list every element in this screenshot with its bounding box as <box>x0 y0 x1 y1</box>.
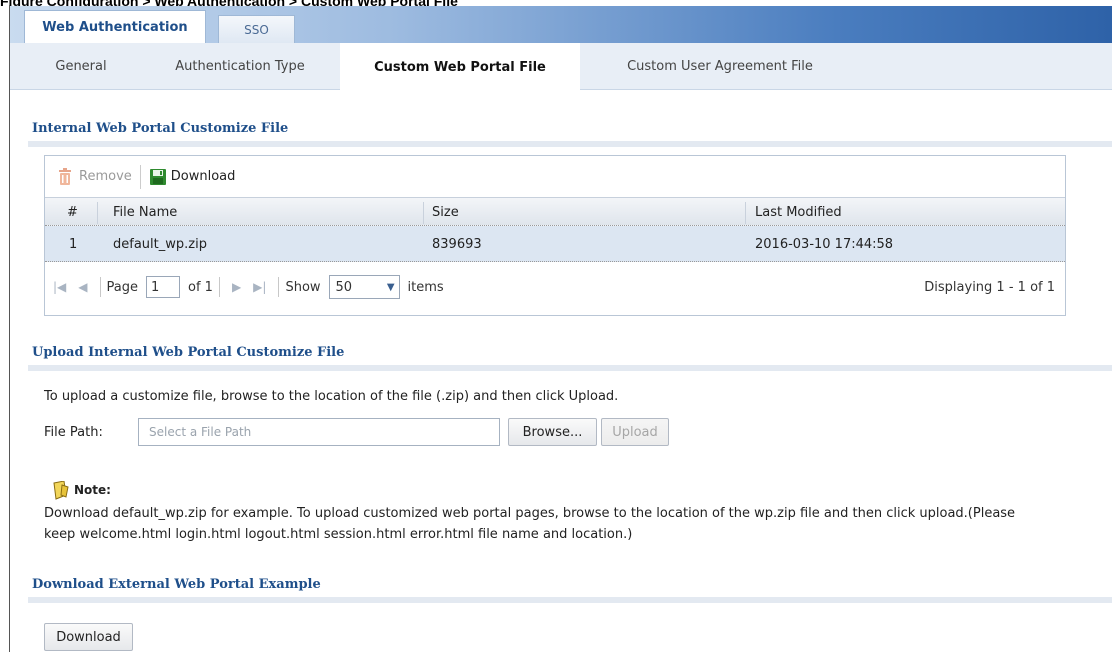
pagination-bar: |◀ ◀ Page 1 of 1 ▶ ▶| Show 50 ▼ items Di… <box>45 269 1065 305</box>
subtab-authentication-type-label: Authentication Type <box>175 59 305 74</box>
file-path-label: File Path: <box>44 425 103 440</box>
first-page-icon[interactable]: |◀ <box>53 280 66 294</box>
table-toolbar: Remove Download <box>45 156 1065 197</box>
browse-button-label: Browse... <box>522 424 583 440</box>
upload-button[interactable]: Upload <box>601 418 669 446</box>
file-table: Remove Download # File Name Size Last Mo… <box>44 155 1066 316</box>
chevron-down-icon: ▼ <box>386 281 395 293</box>
tab-web-authentication[interactable]: Web Authentication <box>24 10 206 43</box>
tab-sso-label: SSO <box>244 22 269 37</box>
trash-icon <box>57 167 73 186</box>
pager-separator <box>218 277 220 297</box>
section-divider <box>28 597 1112 603</box>
column-header-index[interactable]: # <box>67 198 78 227</box>
column-header-last-modified[interactable]: Last Modified <box>755 198 842 227</box>
pager-separator <box>278 277 280 297</box>
row-size: 839693 <box>432 236 482 252</box>
items-per-page-value: 50 <box>335 279 353 295</box>
remove-button-label: Remove <box>79 169 132 184</box>
section-divider <box>28 141 1112 147</box>
column-header-size[interactable]: Size <box>432 198 459 227</box>
displaying-info: Displaying 1 - 1 of 1 <box>924 269 1055 305</box>
note-text-line2: keep welcome.html login.html logout.html… <box>44 527 633 542</box>
section-title-external: Download External Web Portal Example <box>32 577 321 592</box>
upload-button-label: Upload <box>612 424 658 440</box>
save-disk-icon <box>149 168 166 186</box>
row-index: 1 <box>69 236 78 252</box>
download-button-label: Download <box>170 169 236 184</box>
page-number-input[interactable]: 1 <box>146 276 180 298</box>
file-path-input[interactable]: Select a File Path <box>138 418 500 446</box>
subtab-custom-user-agreement-file-label: Custom User Agreement File <box>627 59 813 74</box>
table-header: # File Name Size Last Modified <box>45 197 1065 226</box>
toolbar-separator <box>139 164 141 189</box>
next-page-icon[interactable]: ▶ <box>232 280 241 294</box>
page-count-label: of 1 <box>188 279 213 295</box>
column-divider <box>97 202 98 224</box>
sub-tab-bar: General Authentication Type Custom Web P… <box>10 43 1112 91</box>
page-frame <box>9 5 1112 652</box>
download-example-button[interactable]: Download <box>44 623 133 651</box>
table-row[interactable]: 1 default_wp.zip 839693 2016-03-10 17:44… <box>45 226 1065 262</box>
section-divider <box>28 365 1112 371</box>
upload-instructions: To upload a customize file, browse to th… <box>44 389 619 404</box>
download-button[interactable]: Download <box>145 163 240 191</box>
note-title: Note: <box>74 483 111 497</box>
tab-sso[interactable]: SSO <box>218 15 295 43</box>
subtab-general[interactable]: General <box>26 43 136 90</box>
show-label: Show <box>285 279 321 295</box>
top-tab-bar: Web Authentication SSO <box>10 6 1112 43</box>
page-label: Page <box>106 279 138 295</box>
subtab-authentication-type[interactable]: Authentication Type <box>150 43 330 90</box>
file-path-placeholder: Select a File Path <box>149 425 252 439</box>
last-page-icon[interactable]: ▶| <box>253 280 266 294</box>
pager-separator <box>99 277 101 297</box>
row-file-name: default_wp.zip <box>113 236 207 252</box>
tab-web-authentication-label: Web Authentication <box>42 19 188 35</box>
note-text-line1: Download default_wp.zip for example. To … <box>44 506 1016 521</box>
column-divider <box>423 202 424 224</box>
items-per-page-select[interactable]: 50 ▼ <box>328 275 400 299</box>
section-title-internal: Internal Web Portal Customize File <box>32 121 289 136</box>
subtab-general-label: General <box>55 59 107 74</box>
previous-page-icon[interactable]: ◀ <box>78 280 87 294</box>
browse-button[interactable]: Browse... <box>508 418 597 446</box>
row-last-modified: 2016-03-10 17:44:58 <box>755 236 894 252</box>
column-divider <box>745 202 746 224</box>
subtab-custom-user-agreement-file[interactable]: Custom User Agreement File <box>595 43 845 90</box>
note-icon <box>52 480 70 501</box>
subtab-custom-web-portal-file[interactable]: Custom Web Portal File <box>340 43 580 91</box>
displaying-text: Displaying 1 - 1 of 1 <box>924 279 1055 295</box>
column-header-file-name[interactable]: File Name <box>113 198 177 227</box>
remove-button[interactable]: Remove <box>53 163 136 191</box>
section-title-upload: Upload Internal Web Portal Customize Fil… <box>32 345 345 360</box>
items-label: items <box>407 279 444 295</box>
subtab-custom-web-portal-file-label: Custom Web Portal File <box>374 59 546 75</box>
download-example-button-label: Download <box>56 629 121 645</box>
